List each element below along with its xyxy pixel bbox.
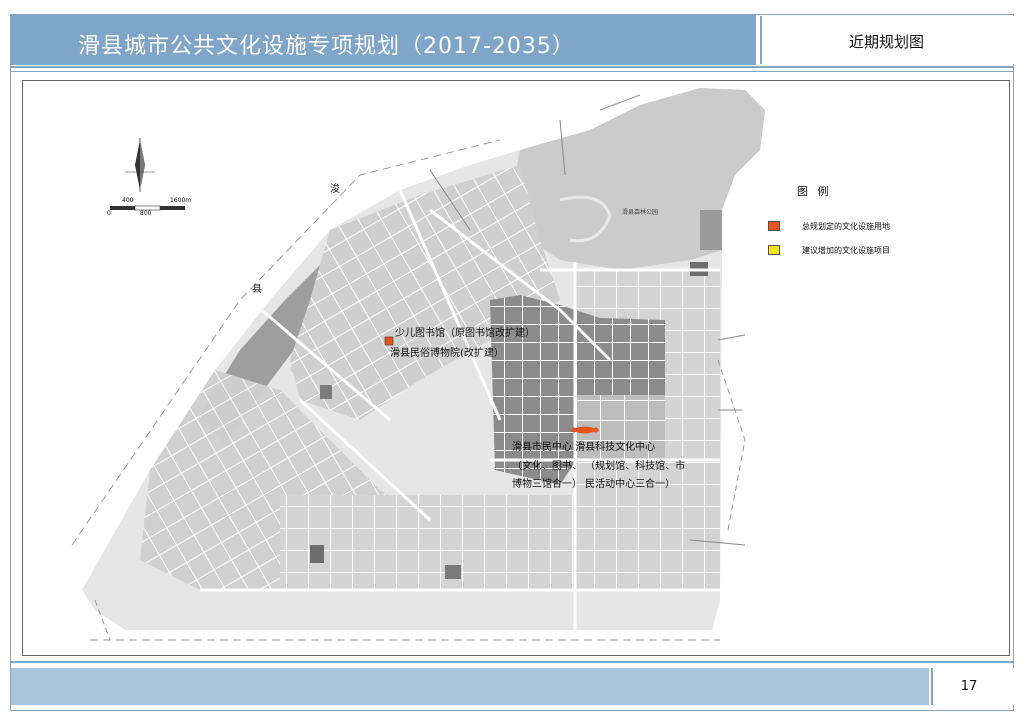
legend-swatch-yellow bbox=[768, 245, 780, 255]
railway bbox=[717, 359, 746, 531]
scale-tick-0: 0 bbox=[107, 210, 111, 217]
legend-title: 图 例 bbox=[797, 185, 832, 198]
scale-tick-1600: 1600m bbox=[170, 197, 192, 204]
civic-label-line1: 滑县市民中心 滑县科技文化中心 bbox=[512, 442, 656, 453]
highway bbox=[599, 94, 641, 111]
parcel bbox=[310, 545, 324, 563]
library-label: 少儿图书馆（原图书馆改扩建） bbox=[395, 328, 535, 339]
south-district bbox=[280, 495, 580, 590]
north-arrow-icon bbox=[125, 138, 155, 192]
legend-label-proposed: 建议增加的文化设施项目 bbox=[802, 245, 890, 255]
highway bbox=[717, 334, 746, 341]
legend-item-proposed: 建议增加的文化设施项目 bbox=[768, 244, 890, 256]
scale-tick-400: 400 bbox=[122, 197, 134, 204]
page-number: 17 bbox=[960, 679, 978, 694]
legend-label-planned: 总规划定的文化设施用地 bbox=[802, 221, 890, 231]
tech-center-point bbox=[593, 427, 599, 433]
river-label-jun: 浚 bbox=[330, 184, 340, 195]
forest-park bbox=[510, 88, 765, 270]
parcel bbox=[320, 385, 332, 399]
city-map bbox=[71, 88, 765, 641]
park-label: 滑县森林公园 bbox=[622, 209, 659, 216]
footer-divider bbox=[11, 661, 1013, 663]
footer-bar bbox=[11, 668, 929, 705]
civic-label-line2: （文化、图书、 （规划馆、科技馆、市 bbox=[512, 461, 686, 472]
civic-label-line3: 博物三馆合一） 民活动中心三合一） bbox=[512, 479, 676, 490]
museum-label: 滑县民俗博物院(改扩建） bbox=[390, 348, 504, 359]
parcel bbox=[445, 565, 461, 579]
scale-tick-800: 800 bbox=[140, 210, 152, 217]
civic-center-point bbox=[571, 427, 577, 433]
parcel bbox=[700, 210, 722, 250]
legend-item-planned: 总规划定的文化设施用地 bbox=[768, 220, 890, 232]
legend-swatch-orange bbox=[768, 221, 780, 231]
county-label: 县 bbox=[252, 284, 262, 295]
